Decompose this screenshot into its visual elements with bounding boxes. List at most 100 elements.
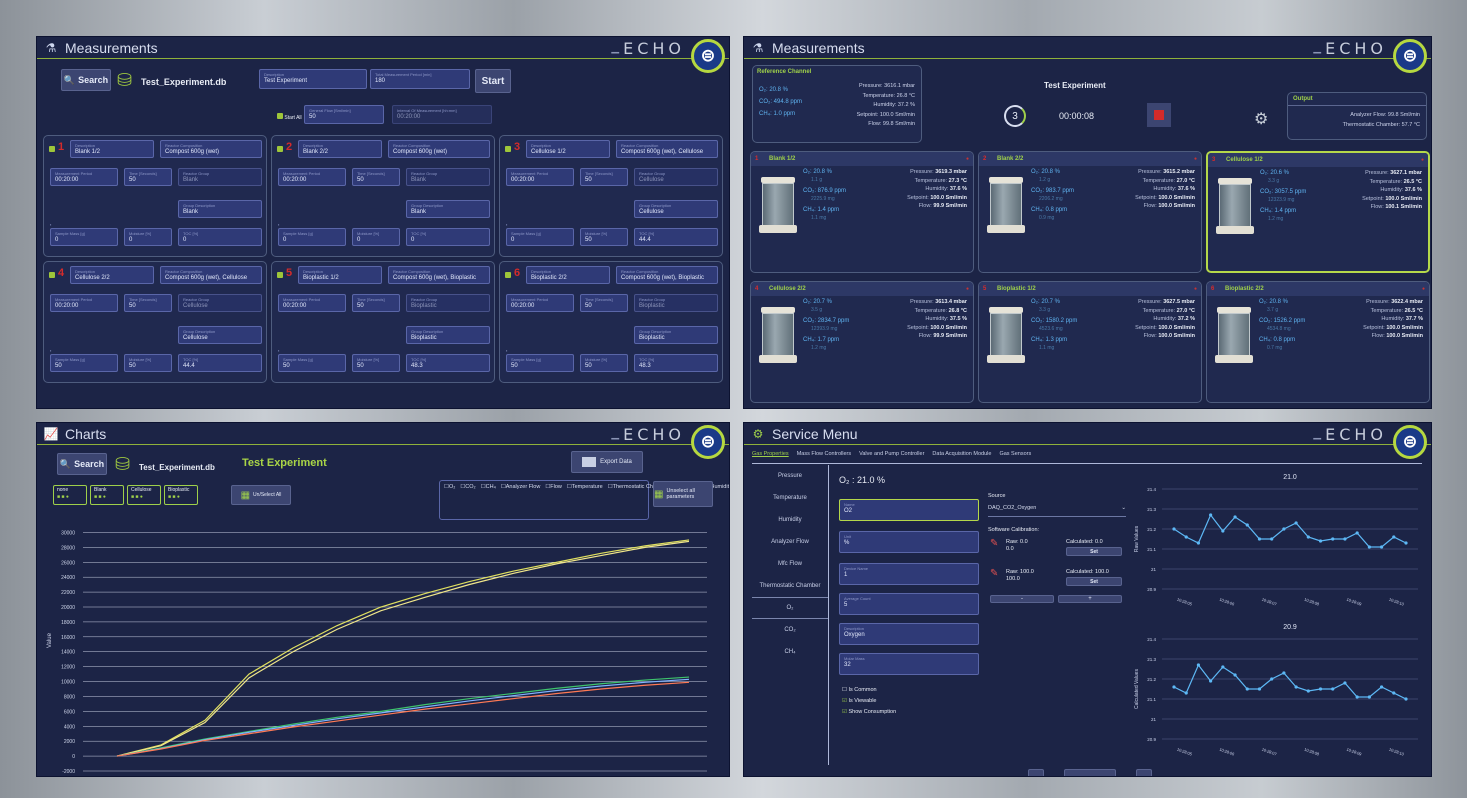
time-field[interactable]: Time [Seconds] 50 [124,294,172,312]
reactor-live-card[interactable]: 1 Blank 1/2 ● O₂: 20.8 % 1.1 g CO₂: 876.9 ppm… [750,151,974,273]
data-point[interactable] [1294,521,1298,525]
composition-field[interactable]: Reactor Composition Compost 600g (wet) [388,140,490,158]
period-field[interactable]: Measurement Period 00:20:00 [506,168,574,186]
composition-field[interactable]: Reactor Composition Compost 600g (wet), B… [616,266,718,284]
group-filter[interactable]: Cellulose ■ ■ ● [127,485,161,505]
time-field[interactable]: Time [Seconds] 50 [580,294,628,312]
sample-mass-field[interactable]: Sample Mass [g] 0 [278,228,346,246]
toc-field[interactable]: TOC [%] 44.4 [634,228,718,246]
period-field[interactable]: Measurement Period 00:20:00 [278,294,346,312]
period-field[interactable]: Measurement Period 00:20:00 [50,168,118,186]
data-point[interactable] [1221,665,1225,669]
reactor-enable-checkbox[interactable] [505,272,511,278]
start-button[interactable]: Start [475,69,511,93]
service-tab[interactable]: Mass Flow Controllers [797,451,851,457]
moisture-field[interactable]: Moisture [%] 0 [352,228,400,246]
service-menu-item[interactable]: CO₂ [752,619,828,641]
sample-mass-field[interactable]: Sample Mass [g] 0 [506,228,574,246]
previous-button[interactable] [1028,769,1044,776]
series-line[interactable] [116,678,690,757]
data-point[interactable] [1318,539,1323,543]
group-description-field[interactable]: Group Description Blank [178,200,262,218]
composition-field[interactable]: Reactor Composition Compost 600g (wet), C… [616,140,718,158]
service-menu-item[interactable]: O₂ [752,597,828,619]
parameter-checkbox[interactable]: ☐CO₂ [460,484,475,490]
option-checkbox[interactable]: ☑ Show Consumption [842,707,896,718]
service-menu-item[interactable]: Temperature [752,487,828,509]
general-flow-field[interactable]: General Flow [Sml/min] 50 [304,105,384,124]
service-tab[interactable]: Data Acquisition Module [932,451,991,457]
name-field[interactable]: Name O2 [839,499,979,521]
description-field[interactable]: Description Blank 2/2 [298,140,382,158]
export-data-button[interactable]: Export Data [571,451,643,473]
data-point[interactable] [1257,687,1262,691]
time-field[interactable]: Time [Seconds] 50 [352,294,400,312]
average-count-field[interactable]: Average Count 5 [839,593,979,615]
reactor-live-card[interactable]: 6 Bioplastic 2/2 ● O₂: 20.8 % 3.7 g CO₂: 1526… [1206,281,1430,403]
data-point[interactable] [1257,537,1262,541]
composition-field[interactable]: Reactor Composition Compost 600g (wet), B… [388,266,490,284]
parameter-checkbox[interactable]: ☐CH₄ [481,484,496,490]
toc-field[interactable]: TOC [%] 48.3 [406,354,490,372]
data-point[interactable] [1367,695,1371,699]
moisture-field[interactable]: Moisture [%] 50 [124,354,172,372]
data-point[interactable] [1367,545,1371,549]
description-field[interactable]: Description Blank 1/2 [70,140,154,158]
data-point[interactable] [1379,685,1384,689]
group-filter[interactable]: Bioplastic ■ ■ ● [164,485,198,505]
next-button[interactable] [1136,769,1152,776]
remove-point-button[interactable]: - [990,595,1054,603]
sample-mass-field[interactable]: Sample Mass [g] 0 [50,228,118,246]
period-field[interactable]: Measurement Period 00:20:00 [278,168,346,186]
minimize-icon[interactable]: ▁ [611,43,619,54]
data-point[interactable] [1172,685,1176,689]
service-tab[interactable]: Gas Properties [752,451,789,457]
unselect-parameters-button[interactable]: ▦ Unselect all parameters [653,481,713,507]
start-all-checkbox[interactable]: Start All [277,113,302,121]
minimize-icon[interactable]: ▁ [1313,429,1321,440]
molar-mass-field[interactable]: Molar Mass 32 [839,653,979,675]
data-point[interactable] [1172,527,1176,531]
description-field[interactable]: Description Bioplastic 2/2 [526,266,610,284]
data-point[interactable] [1306,689,1310,693]
data-point[interactable] [1196,541,1201,545]
group-field[interactable]: Reactor Group Cellulose [634,168,718,186]
data-point[interactable] [1392,691,1396,695]
data-point[interactable] [1282,527,1286,531]
data-point[interactable] [1184,691,1188,695]
data-point[interactable] [1355,531,1359,535]
toc-field[interactable]: TOC [%] 44.4 [178,354,262,372]
moisture-field[interactable]: Moisture [%] 0 [124,228,172,246]
search-button[interactable]: 🔍 Search [57,453,107,475]
service-menu-item[interactable]: Pressure [752,465,828,487]
time-field[interactable]: Time [Seconds] 50 [580,168,628,186]
sample-mass-field[interactable]: Sample Mass [g] 50 [506,354,574,372]
time-field[interactable]: Time [Seconds] 50 [352,168,400,186]
set-button-2[interactable]: Set [1066,577,1122,586]
data-point[interactable] [1233,515,1237,519]
description-field[interactable]: Description Test Experiment [259,69,367,89]
interval-field[interactable]: Interval Of Measurement [hh:mm] 00:20:00 [392,105,492,124]
data-point[interactable] [1270,537,1274,541]
service-menu-item[interactable]: Thermostatic Chamber [752,575,828,597]
data-point[interactable] [1282,671,1286,675]
data-point[interactable] [1318,687,1323,691]
data-point[interactable] [1392,535,1396,539]
data-point[interactable] [1379,545,1384,549]
data-point[interactable] [1270,677,1274,681]
main-chart[interactable]: 3000028000260002400022000200001800016000… [37,519,730,777]
data-point[interactable] [1355,695,1359,699]
reactor-enable-checkbox[interactable] [277,272,283,278]
group-filter[interactable]: Blank ■ ■ ● [90,485,124,505]
raw-value[interactable]: 0.0 [1006,546,1028,553]
service-tab[interactable]: Valve and Pump Controller [859,451,924,457]
data-point[interactable] [1306,535,1310,539]
search-button[interactable]: 🔍 Search [61,69,111,91]
data-point[interactable] [1331,537,1335,541]
group-description-field[interactable]: Group Description Cellulose [634,200,718,218]
moisture-field[interactable]: Moisture [%] 50 [352,354,400,372]
reactor-enable-checkbox[interactable] [49,272,55,278]
group-description-field[interactable]: Group Description Bioplastic [634,326,718,344]
service-menu-item[interactable]: Humidity [752,509,828,531]
group-description-field[interactable]: Group Description Cellulose [178,326,262,344]
